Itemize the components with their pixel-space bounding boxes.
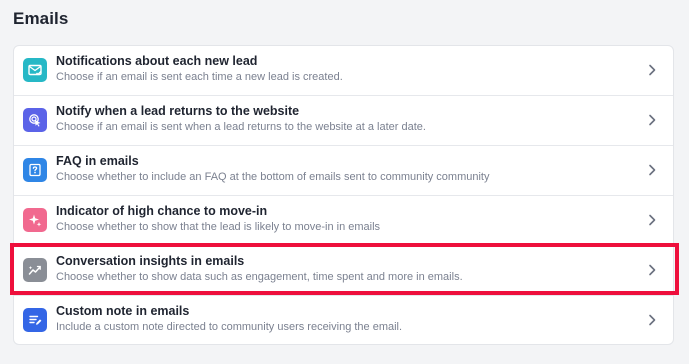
cursor-click-icon xyxy=(23,108,47,132)
sparkle-icon xyxy=(23,208,47,232)
note-icon xyxy=(23,308,47,332)
settings-row-lead-returns[interactable]: Notify when a lead returns to the websit… xyxy=(14,96,673,146)
row-description: Choose if an email is sent when a lead r… xyxy=(56,121,426,133)
chevron-right-icon xyxy=(645,113,659,127)
row-title: FAQ in emails xyxy=(56,154,139,168)
settings-row-move-in-indicator[interactable]: Indicator of high chance to move-in Choo… xyxy=(14,196,673,246)
mail-check-icon xyxy=(23,58,47,82)
chevron-right-icon xyxy=(645,63,659,77)
row-description: Choose whether to include an FAQ at the … xyxy=(56,171,490,183)
row-description: Choose whether to show that the lead is … xyxy=(56,221,381,233)
question-doc-icon xyxy=(23,158,47,182)
email-settings-list: Notifications about each new lead Choose… xyxy=(13,45,674,345)
row-title: Indicator of high chance to move-in xyxy=(56,204,268,218)
chevron-right-icon xyxy=(645,163,659,177)
row-title: Conversation insights in emails xyxy=(56,254,245,268)
chevron-right-icon xyxy=(645,263,659,277)
chevron-right-icon xyxy=(645,313,659,327)
row-description: Choose if an email is sent each time a n… xyxy=(56,71,343,83)
chevron-right-icon xyxy=(645,213,659,227)
row-description: Choose whether to show data such as enga… xyxy=(56,271,463,283)
settings-row-new-lead-notifications[interactable]: Notifications about each new lead Choose… xyxy=(14,46,673,96)
row-title: Custom note in emails xyxy=(56,304,190,318)
row-title: Notify when a lead returns to the websit… xyxy=(56,104,300,118)
settings-row-faq-in-emails[interactable]: FAQ in emails Choose whether to include … xyxy=(14,146,673,196)
settings-row-custom-note[interactable]: Custom note in emails Include a custom n… xyxy=(14,296,673,346)
insights-trend-icon xyxy=(23,258,47,282)
row-description: Include a custom note directed to commun… xyxy=(56,321,403,333)
section-title: Emails xyxy=(13,9,69,28)
settings-row-conversation-insights[interactable]: Conversation insights in emails Choose w… xyxy=(14,246,673,296)
row-title: Notifications about each new lead xyxy=(56,54,258,68)
